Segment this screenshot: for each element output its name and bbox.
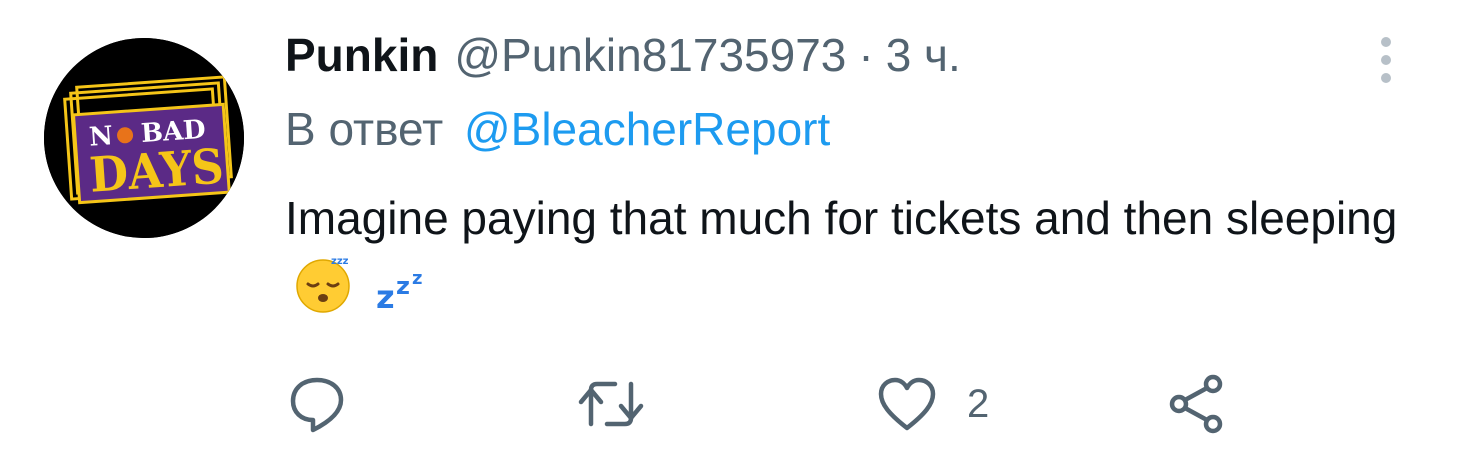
heart-icon <box>878 377 936 431</box>
tweet[interactable]: N BAD DAYS Punkin @Punkin81735973 · 3 ч.… <box>0 0 1460 472</box>
retweet-icon <box>578 381 644 427</box>
retweet-button[interactable] <box>575 372 647 436</box>
reply-button[interactable] <box>285 372 349 436</box>
reply-icon <box>290 377 344 433</box>
tweet-header: Punkin @Punkin81735973 · 3 ч. <box>285 28 1425 100</box>
avatar[interactable]: N BAD DAYS <box>44 38 244 238</box>
timestamp[interactable]: 3 ч. <box>886 28 961 82</box>
svg-text:z: z <box>396 272 410 300</box>
like-button[interactable]: 2 <box>875 372 989 436</box>
separator-dot: · <box>858 29 874 81</box>
action-bar: 2 <box>285 372 1385 436</box>
display-name[interactable]: Punkin <box>285 28 438 82</box>
share-icon <box>1169 374 1223 434</box>
more-vertical-icon[interactable] <box>1370 34 1402 90</box>
zzz-emoji-icon: z z z <box>374 254 434 334</box>
svg-text:z: z <box>412 268 422 289</box>
reply-prefix: В ответ <box>285 103 444 155</box>
tweet-content: Punkin @Punkin81735973 · 3 ч. В ответ @B… <box>285 28 1425 334</box>
tweet-text-body: Imagine paying that much for tickets and… <box>285 192 1398 244</box>
svg-text:zzz: zzz <box>331 256 349 267</box>
reply-mention-link[interactable]: @BleacherReport <box>464 103 830 155</box>
like-count: 2 <box>967 381 990 426</box>
reply-context: В ответ @BleacherReport <box>285 102 1425 174</box>
no-bad-days-logo-icon: N BAD DAYS <box>44 38 244 238</box>
user-handle[interactable]: @Punkin81735973 <box>454 28 846 82</box>
sleeping-face-emoji-icon: zzz <box>293 254 353 334</box>
svg-text:z: z <box>376 278 395 314</box>
logo-text-days: DAYS <box>88 139 226 204</box>
share-button[interactable] <box>1165 372 1229 436</box>
tweet-text: Imagine paying that much for tickets and… <box>285 182 1425 334</box>
